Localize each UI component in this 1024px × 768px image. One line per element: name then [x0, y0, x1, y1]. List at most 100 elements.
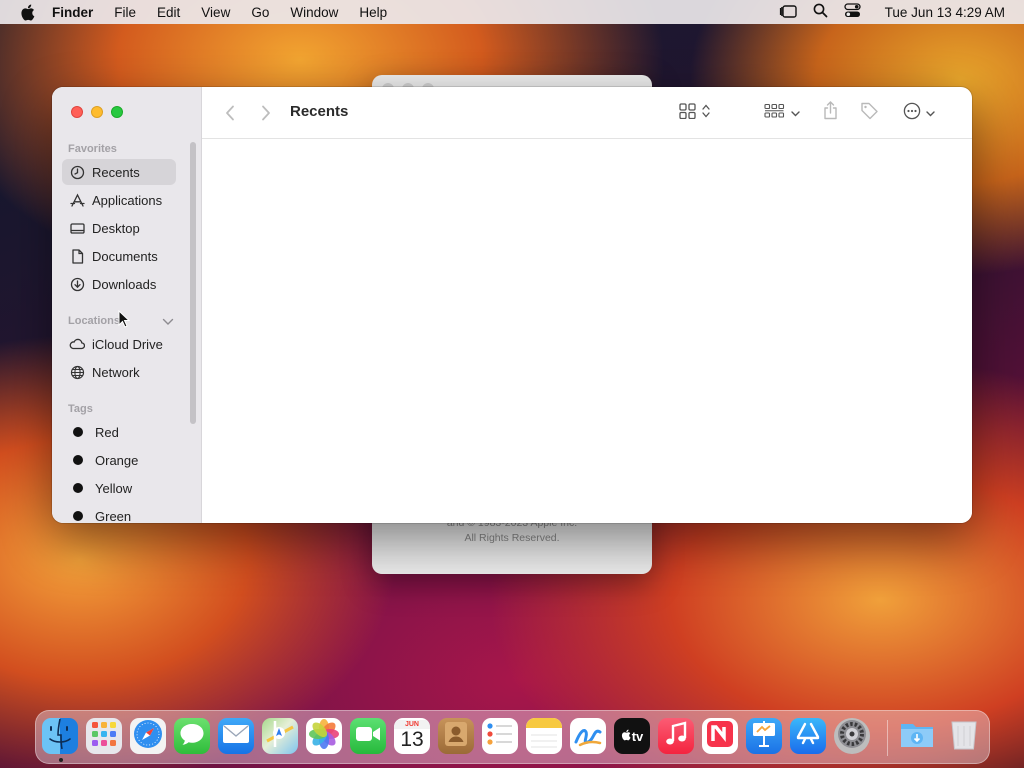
- sidebar-item-network[interactable]: Network: [62, 359, 176, 385]
- gear-icon: [836, 718, 868, 754]
- dock-music[interactable]: [658, 718, 694, 754]
- applications-icon: [69, 192, 85, 208]
- sidebar-item-label: Network: [92, 364, 140, 380]
- dock-contacts[interactable]: [438, 718, 474, 754]
- sidebar-item-label: Red: [95, 424, 119, 440]
- menu-help[interactable]: Help: [359, 5, 387, 20]
- menu-clock[interactable]: Tue Jun 13 4:29 AM: [885, 5, 1005, 20]
- apple-menu-icon[interactable]: [18, 3, 36, 21]
- menu-finder[interactable]: Finder: [52, 5, 93, 20]
- menu-view[interactable]: View: [201, 5, 230, 20]
- dock-separator: [887, 720, 888, 756]
- trash-icon: [949, 718, 979, 754]
- chevron-down-icon[interactable]: [162, 313, 174, 331]
- stage-manager-icon[interactable]: [779, 4, 797, 21]
- sidebar-tag-red[interactable]: Red: [62, 419, 176, 445]
- dock: JUN 13 tv: [35, 710, 990, 764]
- dock-freeform[interactable]: [570, 718, 606, 754]
- sidebar-item-recents[interactable]: Recents: [62, 159, 176, 185]
- dock-maps[interactable]: [262, 718, 298, 754]
- sidebar-item-applications[interactable]: Applications: [62, 187, 176, 213]
- dock-finder[interactable]: [42, 718, 78, 754]
- view-mode-button[interactable]: [674, 101, 714, 125]
- sidebar-item-icloud-drive[interactable]: iCloud Drive: [62, 331, 176, 357]
- sidebar-tag-orange[interactable]: Orange: [62, 447, 176, 473]
- dock-mail[interactable]: [218, 718, 254, 754]
- zoom-button[interactable]: [111, 106, 123, 118]
- dock-notes[interactable]: [526, 718, 562, 754]
- up-down-chevron-icon: [701, 104, 710, 123]
- dock-reminders[interactable]: [482, 718, 518, 754]
- minimize-button[interactable]: [91, 106, 103, 118]
- favorites-heading: Favorites: [68, 143, 117, 155]
- launchpad-icon: [90, 720, 118, 753]
- dock-facetime[interactable]: [350, 718, 386, 754]
- keynote-podium-icon: [751, 720, 777, 753]
- dock-system-settings[interactable]: [834, 718, 870, 754]
- menu-window[interactable]: Window: [290, 5, 338, 20]
- share-icon: [823, 101, 838, 125]
- apple-logo-icon: [621, 729, 631, 744]
- sidebar-tag-yellow[interactable]: Yellow: [62, 475, 176, 501]
- dock-messages[interactable]: [174, 718, 210, 754]
- document-icon: [69, 248, 85, 264]
- back-button[interactable]: [222, 101, 238, 125]
- clock-icon: [69, 164, 85, 180]
- dock-app-store[interactable]: [790, 718, 826, 754]
- dock-downloads-folder[interactable]: [899, 718, 935, 754]
- sidebar-scrollbar[interactable]: [190, 142, 196, 424]
- sidebar-item-label: Yellow: [95, 480, 133, 496]
- sidebar-item-label: Green: [95, 508, 132, 524]
- more-actions-button[interactable]: [899, 101, 939, 125]
- contact-card-icon: [443, 720, 469, 753]
- group-grid-icon: [764, 103, 785, 124]
- dock-keynote[interactable]: [746, 718, 782, 754]
- tag-dot-icon: [73, 455, 83, 465]
- checklist-icon: [486, 722, 514, 751]
- tag-dot-icon: [73, 427, 83, 437]
- share-button[interactable]: [820, 101, 840, 125]
- about-copyright-line2: All Rights Reserved.: [464, 532, 560, 544]
- tag-dot-icon: [73, 483, 83, 493]
- finder-window: Favorites Recents Applications Desktop D…: [52, 87, 972, 523]
- map-pin-icon: [265, 719, 295, 754]
- dock-safari[interactable]: [130, 718, 166, 754]
- dock-trash[interactable]: [946, 718, 982, 754]
- tags-button[interactable]: [858, 101, 880, 125]
- globe-icon: [69, 364, 85, 380]
- sidebar-item-label: Documents: [92, 248, 158, 264]
- spotlight-search-icon[interactable]: [813, 3, 828, 21]
- menu-edit[interactable]: Edit: [157, 5, 180, 20]
- dock-tv[interactable]: tv: [614, 718, 650, 754]
- sidebar-item-label: iCloud Drive: [92, 336, 163, 352]
- forward-button[interactable]: [258, 101, 274, 125]
- sidebar-item-label: Applications: [92, 192, 163, 208]
- dock-photos[interactable]: [306, 718, 342, 754]
- video-camera-icon: [355, 725, 381, 748]
- news-icon: [705, 719, 735, 754]
- chevron-down-icon: [791, 104, 800, 122]
- sidebar-item-downloads[interactable]: Downloads: [62, 271, 176, 297]
- control-center-icon[interactable]: [844, 3, 861, 21]
- sidebar-item-label: Orange: [95, 452, 139, 468]
- finder-toolbar: Recents: [202, 87, 972, 139]
- cloud-icon: [69, 336, 85, 352]
- dock-launchpad[interactable]: [86, 718, 122, 754]
- dock-news[interactable]: [702, 718, 738, 754]
- folder-download-icon: [899, 718, 935, 754]
- calendar-day: 13: [400, 728, 424, 751]
- close-button[interactable]: [71, 106, 83, 118]
- file-content-area[interactable]: [202, 140, 972, 523]
- music-note-icon: [665, 720, 687, 752]
- sidebar-item-desktop[interactable]: Desktop: [62, 215, 176, 241]
- dock-calendar[interactable]: JUN 13: [394, 718, 430, 754]
- menu-go[interactable]: Go: [251, 5, 269, 20]
- finder-sidebar: Favorites Recents Applications Desktop D…: [52, 87, 202, 523]
- sidebar-tag-green[interactable]: Green: [62, 503, 176, 523]
- ellipsis-circle-icon: [903, 102, 921, 125]
- envelope-icon: [222, 724, 250, 749]
- tv-label: tv: [631, 728, 644, 744]
- group-by-button[interactable]: [762, 101, 802, 125]
- sidebar-item-documents[interactable]: Documents: [62, 243, 176, 269]
- menu-file[interactable]: File: [114, 5, 136, 20]
